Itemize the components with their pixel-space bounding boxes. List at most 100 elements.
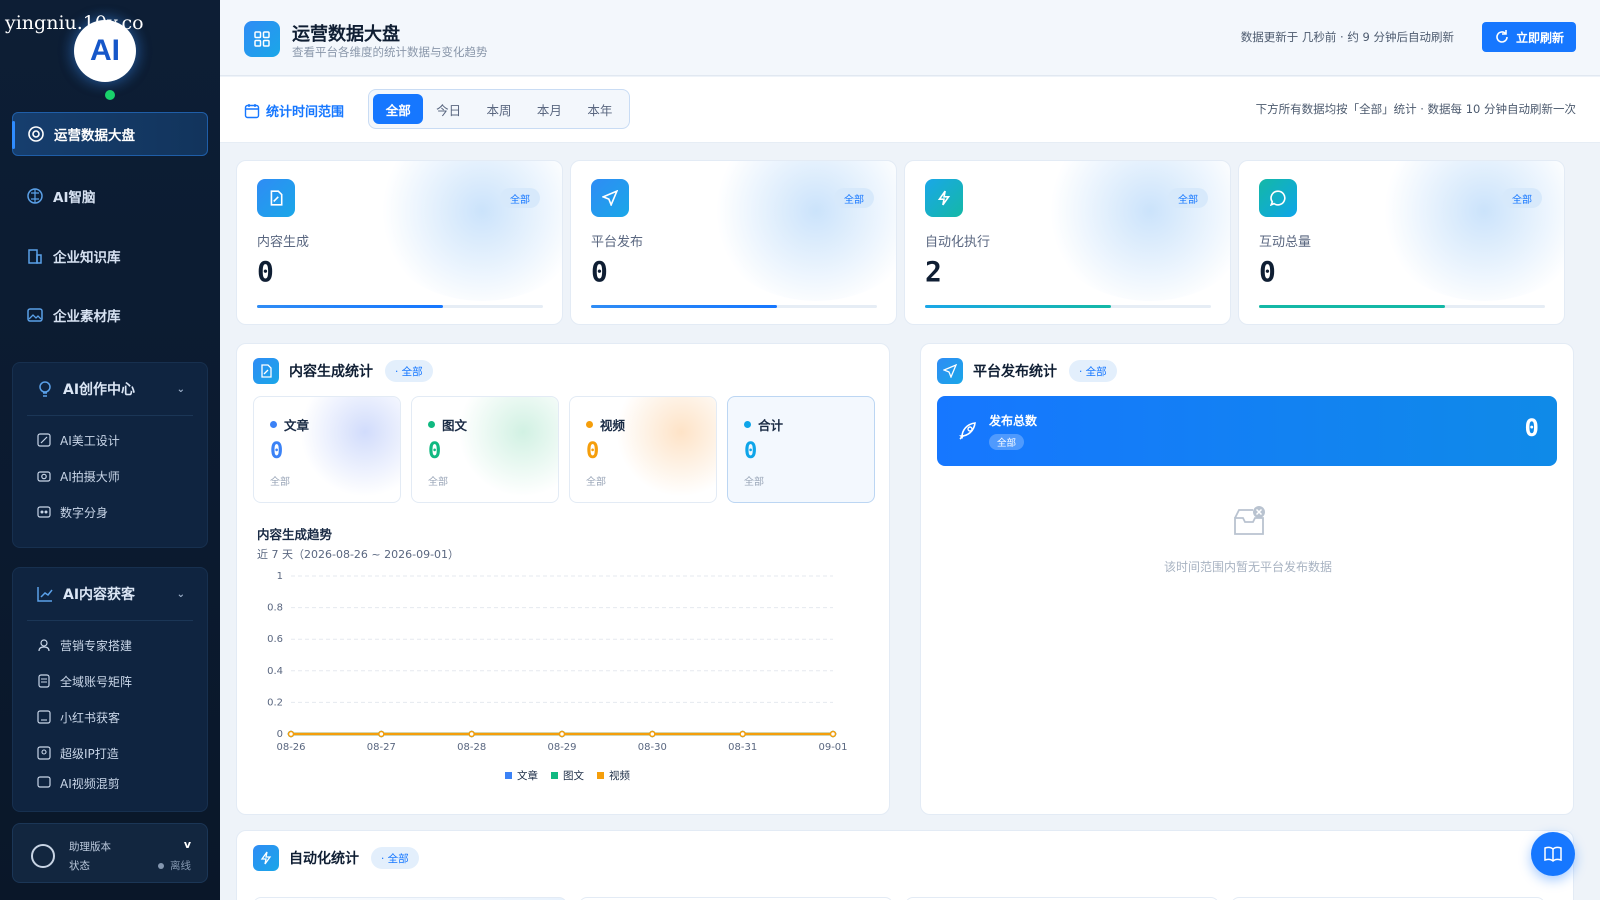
card-glow xyxy=(458,397,558,497)
bolt-icon xyxy=(253,845,279,871)
sidebar-sub-xhs[interactable]: 小红书获客 xyxy=(13,699,207,735)
time-range-bar: 统计时间范围 全部 今日 本周 本月 本年 下方所有数据均按「全部」统计 · 数… xyxy=(220,77,1600,143)
y-tick-label: 0.8 xyxy=(267,603,283,614)
trend-icon xyxy=(35,584,55,604)
send-icon xyxy=(937,358,963,384)
kpi-tag: 全部 xyxy=(500,188,540,208)
panel-header: 平台发布统计 · 全部 xyxy=(937,358,1117,384)
sidebar-sub-matrix[interactable]: 全域账号矩阵 xyxy=(13,663,207,699)
content-stat-card: 图文 0 全部 xyxy=(411,396,559,503)
x-tick-label: 08-27 xyxy=(367,742,396,753)
panel-title: 自动化统计 xyxy=(289,851,359,867)
online-dot xyxy=(105,90,115,100)
tab-year[interactable]: 本年 xyxy=(575,94,625,124)
panel-title: 内容生成统计 xyxy=(289,364,373,380)
legend-swatch xyxy=(505,772,512,779)
file-edit-icon xyxy=(253,358,279,384)
refresh-label: 立即刷新 xyxy=(1515,30,1564,45)
content-stat-card: 视频 0 全部 xyxy=(569,396,717,503)
sidebar-sub-avatar[interactable]: 数字分身 xyxy=(13,494,207,530)
kpi-value: 2 xyxy=(925,255,942,288)
update-status: 数据更新于 几秒前 · 约 9 分钟后自动刷新 xyxy=(1240,30,1454,44)
doc-icon xyxy=(37,674,51,688)
sidebar-item-ai-brain[interactable]: AI智脑 xyxy=(12,174,208,218)
user-icon xyxy=(37,638,51,652)
kpi-progress-fill xyxy=(591,305,777,308)
sidebar-sub-expert[interactable]: 营销专家搭建 xyxy=(13,627,207,663)
kpi-tag: 全部 xyxy=(834,188,874,208)
legend-label: 视频 xyxy=(609,769,630,782)
panel-badge: · 全部 xyxy=(371,847,419,869)
page-title: 运营数据大盘 xyxy=(292,24,400,45)
panel-badge: · 全部 xyxy=(1069,360,1117,382)
publish-total-value: 0 xyxy=(1524,414,1539,442)
tab-week[interactable]: 本周 xyxy=(474,94,524,124)
color-dot xyxy=(744,421,751,428)
main-content: 运营数据大盘 查看平台各维度的统计数据与变化趋势 数据更新于 几秒前 · 约 9… xyxy=(220,0,1600,900)
sidebar-sub-video[interactable]: AI视频混剪 xyxy=(13,771,207,789)
legend-swatch xyxy=(551,772,558,779)
sidebar-group-creation: AI创作中心 ⌄ AI美工设计 AI拍摄大师 数字分身 xyxy=(12,362,208,548)
guide-book-button[interactable] xyxy=(1531,832,1575,876)
tab-today[interactable]: 今日 xyxy=(423,94,473,124)
content-stats-panel: 内容生成统计 · 全部 文章 0 全部 图文 0 全部 视频 0 全部 合计 0 全部 内容生成趋势 … xyxy=(236,343,890,815)
rocket-icon xyxy=(959,422,976,440)
kpi-progress-fill xyxy=(257,305,443,308)
kpi-label: 互动总量 xyxy=(1259,235,1312,250)
sub-label: AI美工设计 xyxy=(60,433,120,448)
content-stat-card: 文章 0 全部 xyxy=(253,396,401,503)
refresh-icon xyxy=(1494,29,1510,45)
kpi-progress-fill xyxy=(925,305,1111,308)
stat-sub: 全部 xyxy=(428,477,448,488)
y-tick-label: 1 xyxy=(277,571,283,582)
dashboard-icon xyxy=(27,125,45,143)
file-edit-icon xyxy=(257,179,295,217)
assistant-version-value: v xyxy=(183,838,191,851)
group-header-acquisition[interactable]: AI内容获客 ⌄ xyxy=(13,568,207,620)
kpi-card: 全部 互动总量 0 xyxy=(1238,160,1565,325)
tab-all[interactable]: 全部 xyxy=(373,94,424,124)
sidebar: yingniu.10v.co AI 运营数据大盘 AI智脑 企业知识库 企业素材… xyxy=(0,0,220,900)
page-subtitle: 查看平台各维度的统计数据与变化趋势 xyxy=(292,45,488,59)
kpi-tag: 全部 xyxy=(1502,188,1542,208)
publish-stats-panel: 平台发布统计 · 全部 发布总数 全部 0 该时间范围内暂无平台发布数据 xyxy=(920,343,1574,815)
time-range-label: 统计时间范围 xyxy=(244,101,344,120)
y-tick-label: 0.2 xyxy=(267,697,283,708)
assistant-status-label: 状态 xyxy=(69,860,90,872)
sidebar-sub-ip[interactable]: 超级IP打造 xyxy=(13,735,207,771)
sub-label: 营销专家搭建 xyxy=(60,638,133,653)
x-tick-label: 08-30 xyxy=(638,742,667,753)
panel-title: 平台发布统计 xyxy=(973,364,1057,380)
sidebar-sub-design[interactable]: AI美工设计 xyxy=(13,422,207,458)
stat-label: 合计 xyxy=(744,415,783,434)
x-tick-label: 08-26 xyxy=(276,742,305,753)
trend-subtitle: 近 7 天（2026-08-26 ~ 2026-09-01） xyxy=(257,548,460,561)
divider xyxy=(27,415,193,416)
sub-label: 超级IP打造 xyxy=(60,746,119,761)
sidebar-sub-camera[interactable]: AI拍摄大师 xyxy=(13,458,207,494)
kpi-value: 0 xyxy=(257,255,274,288)
x-tick-label: 08-28 xyxy=(457,742,486,753)
sidebar-item-knowledge[interactable]: 企业知识库 xyxy=(12,234,208,278)
group-header-creation[interactable]: AI创作中心 ⌄ xyxy=(13,363,207,415)
chevron-down-icon: ⌄ xyxy=(176,383,185,395)
sidebar-item-label: AI智脑 xyxy=(53,190,96,206)
refresh-button[interactable]: 立即刷新 xyxy=(1482,22,1576,52)
sidebar-item-materials[interactable]: 企业素材库 xyxy=(12,293,208,337)
color-dot xyxy=(428,421,435,428)
building-icon xyxy=(26,247,44,265)
tab-month[interactable]: 本月 xyxy=(524,94,574,124)
stat-value: 0 xyxy=(428,439,442,464)
grid-icon xyxy=(244,21,280,57)
calendar-icon xyxy=(244,103,260,119)
data-point xyxy=(649,730,656,738)
kpi-progress-fill xyxy=(1259,305,1445,308)
assistant-status-card[interactable]: 助理版本 状态 v 离线 xyxy=(12,823,208,883)
stat-label-text: 文章 xyxy=(284,418,310,433)
page-header: 运营数据大盘 查看平台各维度的统计数据与变化趋势 数据更新于 几秒前 · 约 9… xyxy=(220,0,1600,76)
badge-icon xyxy=(37,746,51,760)
data-point xyxy=(829,730,837,738)
time-range-tabs: 全部 今日 本周 本月 本年 xyxy=(368,89,630,129)
sidebar-item-dashboard[interactable]: 运营数据大盘 xyxy=(12,112,208,156)
kpi-label: 内容生成 xyxy=(257,235,310,250)
